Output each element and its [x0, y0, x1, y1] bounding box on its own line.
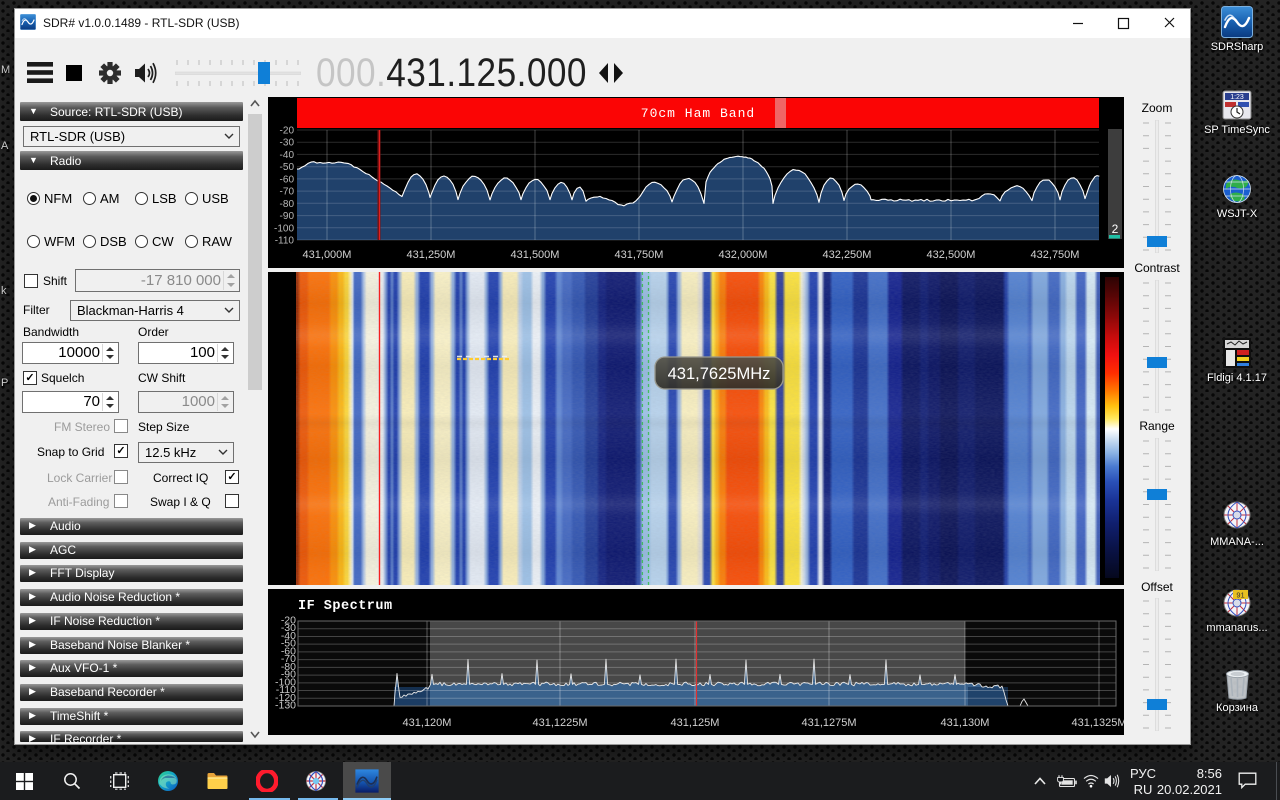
svg-text:-40: -40 [280, 150, 295, 161]
svg-text:2: 2 [1112, 222, 1119, 236]
svg-text:-70: -70 [280, 187, 295, 198]
svg-text:-80: -80 [280, 199, 295, 210]
svg-text:432,000M: 432,000M [719, 249, 768, 261]
svg-text:91: 91 [1236, 591, 1244, 600]
svg-text:-130: -130 [275, 700, 296, 712]
svg-text:431,500M: 431,500M [511, 249, 560, 261]
svg-text:-30: -30 [280, 138, 295, 149]
svg-text:431,7625MHz: 431,7625MHz [668, 365, 771, 383]
svg-text:-90: -90 [280, 211, 295, 222]
svg-text:431,750M: 431,750M [615, 249, 664, 261]
svg-text:432,750M: 432,750M [1031, 249, 1080, 261]
svg-text:-110: -110 [275, 236, 295, 247]
svg-text:431,1225M: 431,1225M [532, 717, 587, 729]
svg-text:-60: -60 [280, 174, 295, 185]
svg-text:431,120M: 431,120M [403, 717, 452, 729]
svg-text:1:23: 1:23 [1230, 94, 1244, 101]
svg-text:432,500M: 432,500M [927, 249, 976, 261]
svg-text:431,1275M: 431,1275M [801, 717, 856, 729]
svg-text:70cm Ham Band: 70cm Ham Band [641, 106, 755, 121]
svg-text:431,125M: 431,125M [671, 717, 720, 729]
svg-text:432,250M: 432,250M [823, 249, 872, 261]
svg-text:IF Spectrum: IF Spectrum [298, 599, 393, 614]
svg-text:-20: -20 [280, 126, 295, 137]
svg-text:431,000M: 431,000M [303, 249, 352, 261]
svg-text:431,250M: 431,250M [407, 249, 456, 261]
svg-text:-100: -100 [274, 223, 294, 234]
svg-text:431,1325M: 431,1325M [1071, 717, 1124, 729]
svg-text:431,130M: 431,130M [941, 717, 990, 729]
svg-text:-50: -50 [280, 162, 295, 173]
